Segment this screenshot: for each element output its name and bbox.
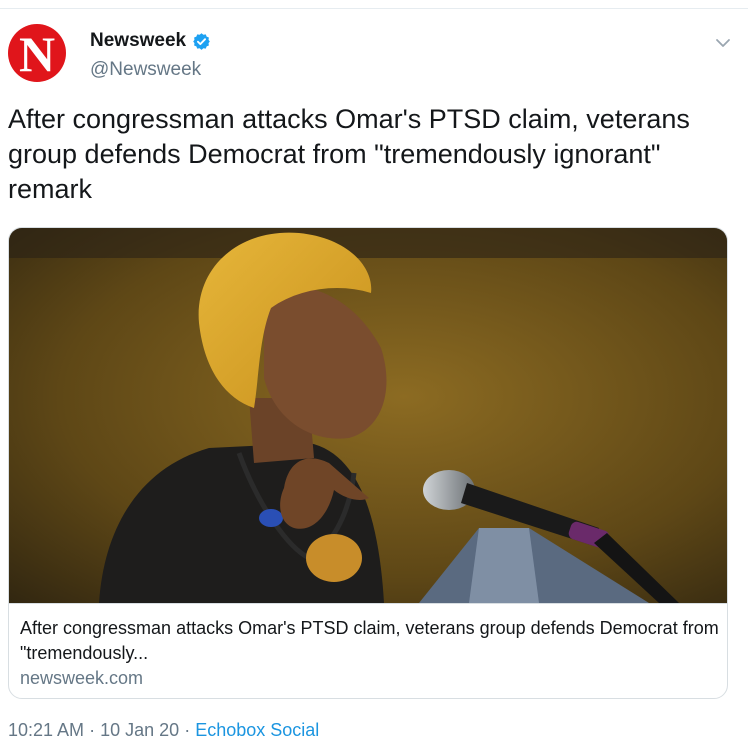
tweet-date[interactable]: 10 Jan 20 [100,720,179,740]
link-card[interactable]: After congressman attacks Omar's PTSD cl… [8,227,728,699]
meta-separator: · [89,720,96,740]
tweet-source-link[interactable]: Echobox Social [195,720,319,740]
card-divider [9,603,727,604]
tweet-time[interactable]: 10:21 AM [8,720,84,740]
card-title[interactable]: After congressman attacks Omar's PTSD cl… [20,616,720,666]
tweet-meta: 10:21 AM · 10 Jan 20 · Echobox Social [8,720,319,741]
meta-separator: · [184,720,191,740]
handle[interactable]: @Newsweek [90,59,201,81]
card-domain[interactable]: newsweek.com [20,668,143,689]
card-image[interactable] [9,228,727,603]
author-name-row[interactable]: Newsweek [90,30,211,52]
tweet-text: After congressman attacks Omar's PTSD cl… [8,104,690,204]
verified-badge-icon [193,32,210,50]
avatar-letter: N [18,26,56,82]
display-name[interactable]: Newsweek [90,30,186,52]
chevron-down-icon[interactable] [715,37,731,49]
top-divider [0,8,748,9]
avatar[interactable]: N [8,24,66,82]
